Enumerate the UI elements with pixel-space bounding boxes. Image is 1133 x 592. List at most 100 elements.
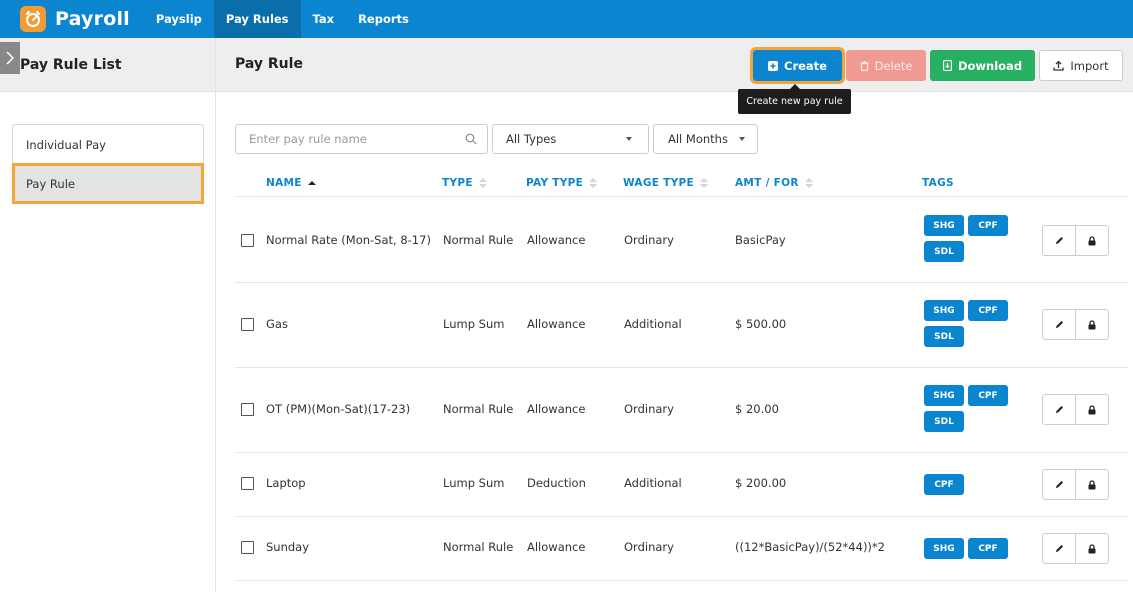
edit-button[interactable] (1043, 310, 1075, 339)
row-actions (1042, 394, 1109, 425)
edit-button[interactable] (1043, 226, 1075, 255)
tag-badge: SHG (924, 538, 964, 559)
cell-pay-type: Deduction (527, 476, 586, 490)
tag-badge: SHG (924, 300, 964, 321)
pencil-icon (1055, 237, 1063, 244)
column-header-wage-type-label: WAGE TYPE (623, 177, 695, 189)
tag-badge: SHG (924, 385, 964, 406)
cell-name: Normal Rate (Mon-Sat, 8-17) (266, 233, 431, 247)
main-content: Pay Rule Create Delete Download Import C… (216, 38, 1133, 592)
lock-button[interactable] (1075, 310, 1108, 339)
lock-button[interactable] (1075, 470, 1108, 499)
lock-button[interactable] (1075, 395, 1108, 424)
tag-badge: CPF (968, 385, 1008, 406)
menu-item-individual-pay[interactable]: Individual Pay (13, 125, 203, 164)
page-title: Pay Rule (235, 56, 303, 72)
cell-amt: ((12*BasicPay)/(52*44))*2 (735, 540, 885, 554)
pencil-icon (1055, 406, 1063, 413)
main-header: Pay Rule Create Delete Download Import (216, 38, 1133, 92)
edit-button[interactable] (1043, 395, 1075, 424)
download-button[interactable]: Download (930, 50, 1035, 81)
tag-badge: SHG (924, 215, 964, 236)
table-row: Laptop Lump Sum Deduction Additional $ 2… (235, 453, 1128, 517)
delete-button-label: Delete (874, 58, 913, 73)
lock-button[interactable] (1075, 534, 1108, 563)
expand-panel-button[interactable] (0, 42, 20, 74)
search-icon (465, 133, 477, 145)
import-button[interactable]: Import (1039, 50, 1123, 81)
table-header: NAME TYPE PAY TYPE WAGE TYPE AMT / FOR T… (235, 169, 1128, 197)
table-row: Gas Lump Sum Allowance Additional $ 500.… (235, 283, 1128, 368)
row-actions (1042, 309, 1109, 340)
table-row: Normal Rate (Mon-Sat, 8-17) Normal Rule … (235, 198, 1128, 283)
edit-button[interactable] (1043, 470, 1075, 499)
column-header-pay-type[interactable]: PAY TYPE (526, 177, 598, 189)
tag-badge: CPF (968, 538, 1008, 559)
cell-wage-type: Additional (624, 476, 682, 490)
file-download-icon (943, 60, 952, 71)
row-checkbox[interactable] (241, 403, 254, 416)
app-logo[interactable]: Payroll (20, 6, 130, 32)
nav-reports[interactable]: Reports (346, 0, 421, 38)
nav-tax[interactable]: Tax (301, 0, 347, 38)
plus-square-icon (768, 60, 779, 71)
lock-button[interactable] (1075, 226, 1108, 255)
search-input[interactable]: Enter pay rule name (235, 124, 488, 154)
column-header-amt-for-label: AMT / FOR (735, 177, 799, 189)
cell-name: Gas (266, 317, 288, 331)
sort-asc-icon (307, 181, 316, 185)
month-filter-value: All Months (668, 132, 728, 146)
tag-badge: CPF (924, 474, 964, 495)
left-menu: Individual Pay Pay Rule (12, 124, 204, 204)
cell-type: Normal Rule (443, 540, 514, 554)
type-filter-value: All Types (506, 132, 557, 146)
row-checkbox[interactable] (241, 234, 254, 247)
column-header-type[interactable]: TYPE (442, 177, 487, 189)
sort-icon (589, 178, 598, 188)
delete-button[interactable]: Delete (846, 50, 926, 81)
nav-pay-rules[interactable]: Pay Rules (213, 0, 301, 38)
tag-badge: SDL (924, 241, 964, 262)
row-actions (1042, 469, 1109, 500)
app-title: Payroll (55, 8, 130, 30)
trash-icon (860, 60, 869, 71)
top-nav-bar: Payroll Payslip Pay Rules Tax Reports (0, 0, 1133, 38)
column-header-type-label: TYPE (442, 177, 473, 189)
cell-amt: BasicPay (735, 233, 786, 247)
upload-icon (1053, 60, 1065, 71)
column-header-tags-label: TAGS (922, 177, 954, 189)
cell-pay-type: Allowance (527, 540, 586, 554)
caret-down-icon (626, 137, 632, 141)
row-checkbox[interactable] (241, 477, 254, 490)
row-actions (1042, 225, 1109, 256)
column-header-wage-type[interactable]: WAGE TYPE (623, 177, 709, 189)
nav-payslip[interactable]: Payslip (144, 0, 214, 38)
column-header-name-label: NAME (266, 177, 302, 189)
import-button-label: Import (1070, 58, 1109, 73)
cell-wage-type: Ordinary (624, 540, 674, 554)
lock-icon (1088, 404, 1096, 414)
cell-wage-type: Ordinary (624, 233, 674, 247)
create-button[interactable]: Create (750, 47, 845, 84)
type-filter-select[interactable]: All Types (492, 124, 649, 154)
create-button-label: Create (784, 58, 827, 73)
cell-name: OT (PM)(Mon-Sat)(17-23) (266, 402, 411, 416)
row-checkbox[interactable] (241, 541, 254, 554)
chevron-right-icon (6, 51, 15, 65)
sort-icon (700, 178, 709, 188)
cell-type: Normal Rule (443, 402, 514, 416)
cell-pay-type: Allowance (527, 317, 586, 331)
cell-type: Lump Sum (443, 476, 505, 490)
month-filter-select[interactable]: All Months (653, 124, 758, 154)
menu-item-pay-rule[interactable]: Pay Rule (12, 163, 204, 204)
column-header-name[interactable]: NAME (266, 177, 316, 189)
column-header-amt-for[interactable]: AMT / FOR (735, 177, 813, 189)
edit-button[interactable] (1043, 534, 1075, 563)
sort-icon (804, 178, 813, 188)
tag-badge: SDL (924, 326, 964, 347)
create-tooltip: Create new pay rule (738, 84, 851, 114)
tag-badge: SDL (924, 411, 964, 432)
cell-wage-type: Ordinary (624, 402, 674, 416)
row-checkbox[interactable] (241, 318, 254, 331)
table-row: OT (PM)(Mon-Sat)(17-23) Normal Rule Allo… (235, 368, 1128, 453)
